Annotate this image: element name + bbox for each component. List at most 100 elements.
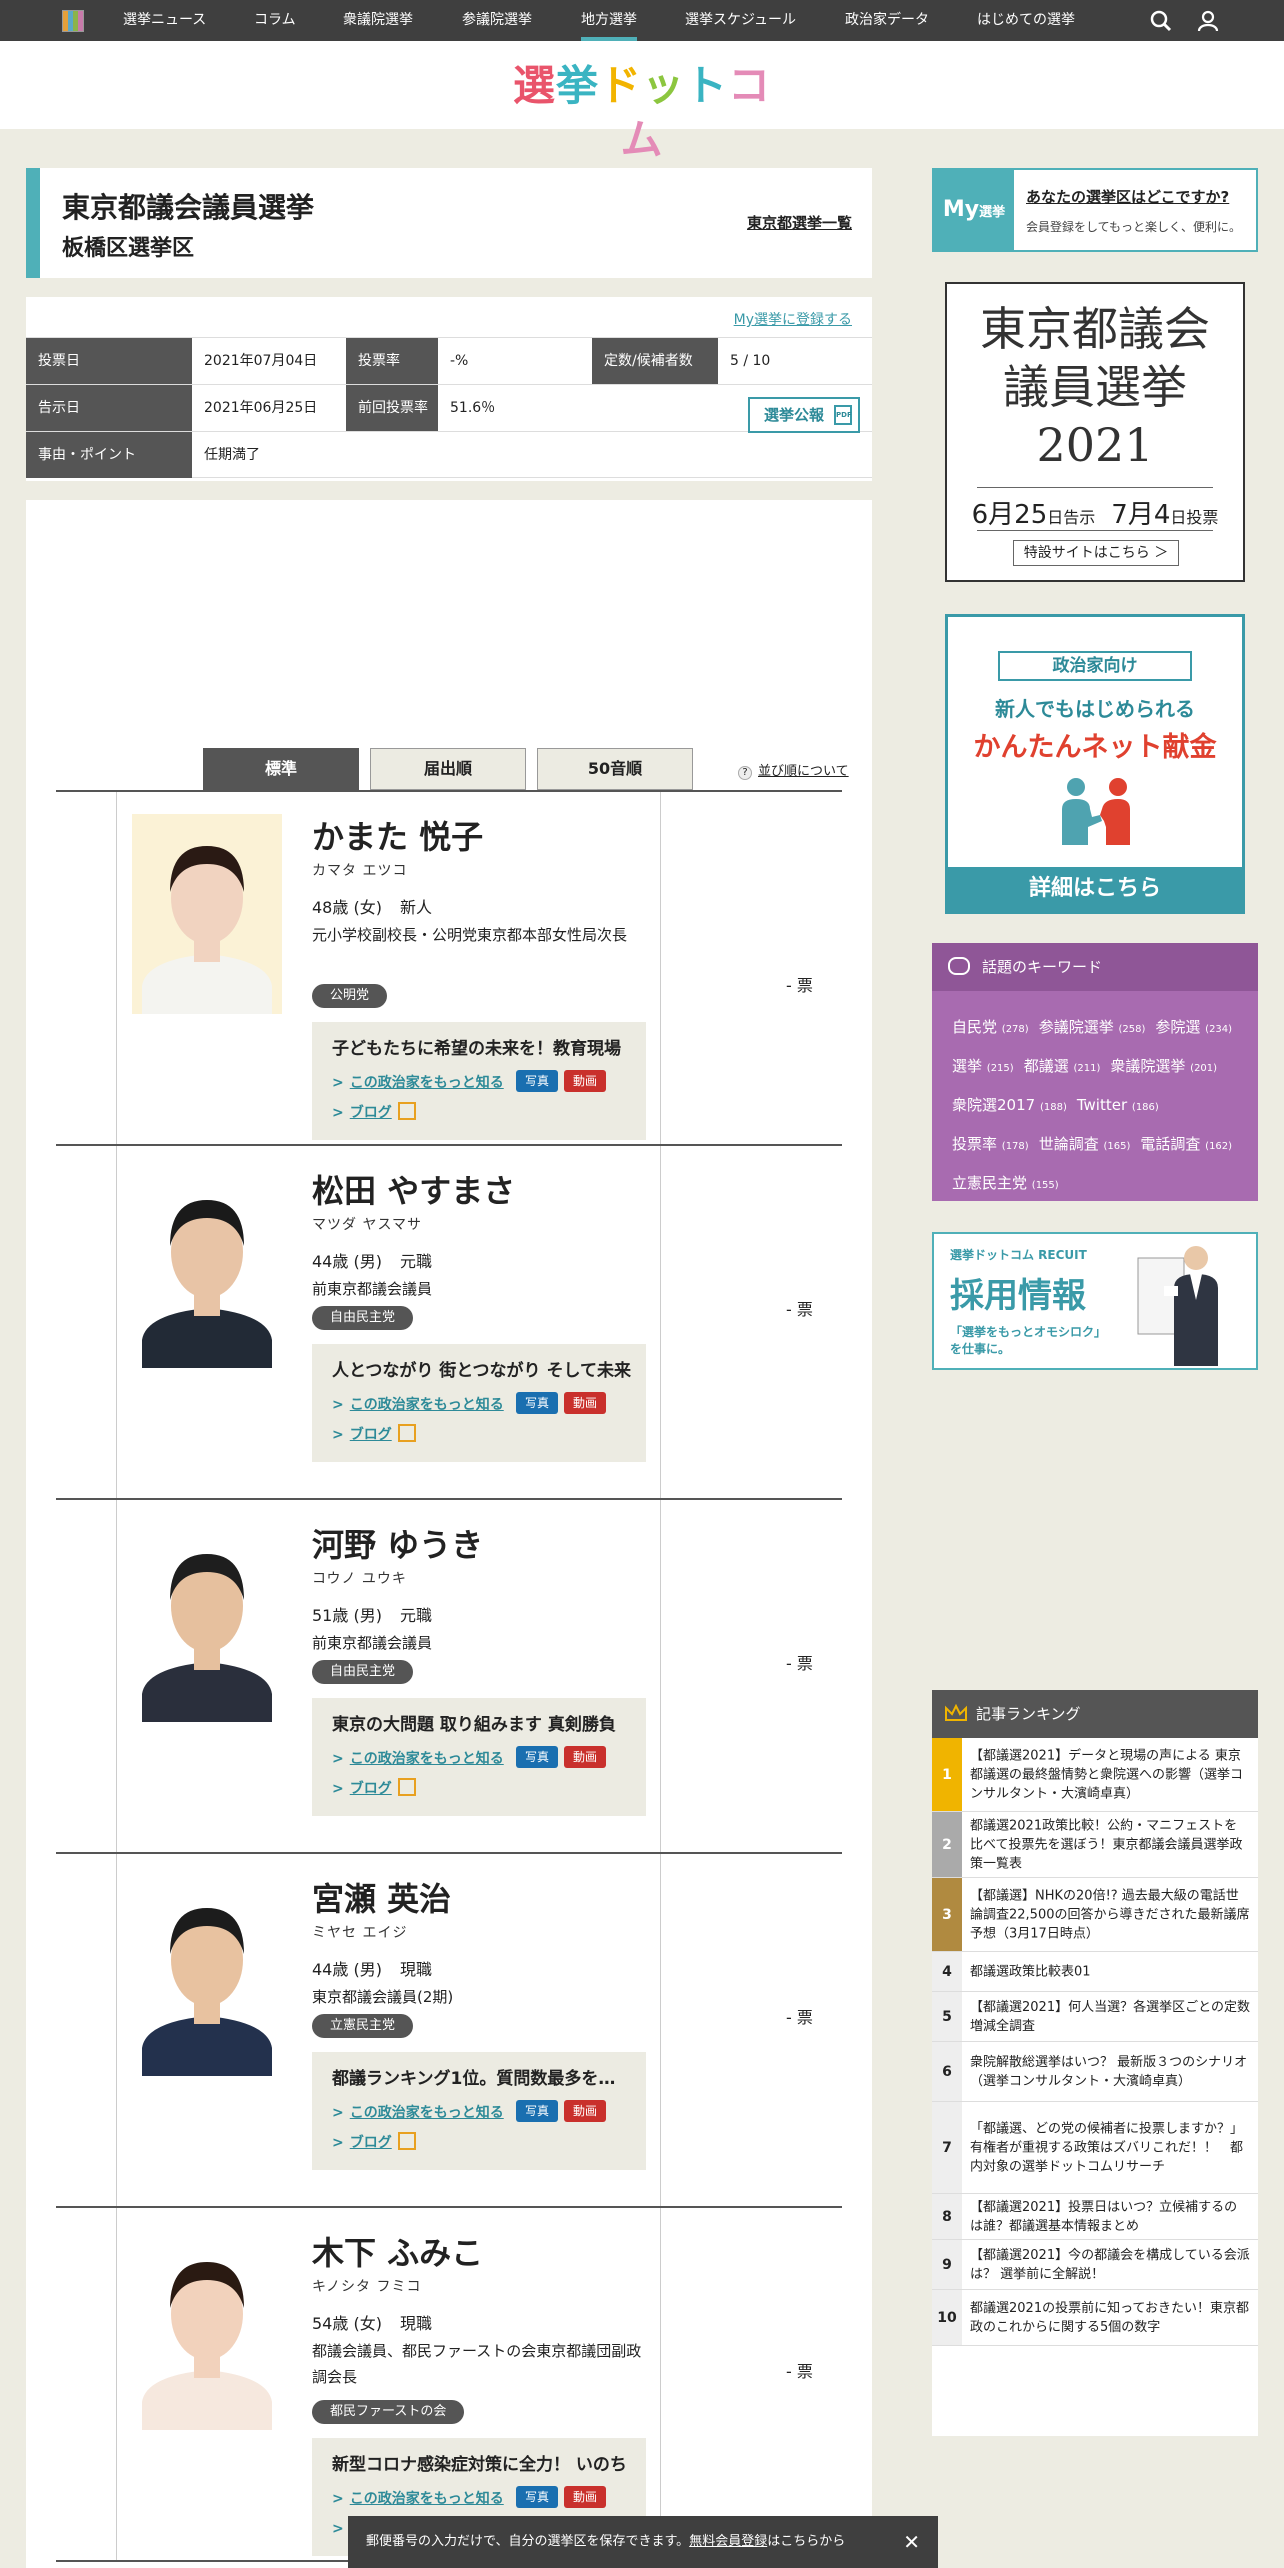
photo-button[interactable]: 写真 bbox=[516, 2486, 558, 2508]
site-logo[interactable]: 選挙ドットコム bbox=[510, 59, 774, 164]
search-icon[interactable] bbox=[1148, 8, 1174, 34]
register-my-election-link[interactable]: My選挙に登録する bbox=[734, 309, 852, 329]
ranking-item[interactable]: 10 都議選2021の投票前に知っておきたい！東京都政のこれからに関する5個の数字 bbox=[932, 2290, 1258, 2346]
keyword-item[interactable]: Twitter (186) bbox=[1077, 1096, 1159, 1114]
tab-alphabetical[interactable]: 50音順 bbox=[537, 748, 693, 790]
keyword-item[interactable]: 電話調査 (162) bbox=[1140, 1135, 1232, 1153]
blog-link[interactable]: >ブログ bbox=[332, 1102, 392, 1122]
know-more-link[interactable]: > この政治家をもっと知る bbox=[332, 1072, 504, 1092]
tab-filing-order[interactable]: 届出順 bbox=[370, 748, 526, 790]
candidate-name[interactable]: 木下 ふみこ bbox=[312, 2228, 483, 2274]
video-button[interactable]: 動画 bbox=[564, 1392, 606, 1414]
ranking-item[interactable]: 3 【都議選】NHKの20倍!? 過去最大級の電話世論調査22,500の回答から導… bbox=[932, 1878, 1258, 1952]
ranking-item[interactable]: 9 【都議選2021】今の都議会を構成している会派は？ 選挙前に全解説！ bbox=[932, 2240, 1258, 2290]
candidate-name[interactable]: かまた 悦子 bbox=[312, 812, 483, 858]
ranking-item[interactable]: 6 衆院解散総選挙はいつ？ 最新版３つのシナリオ（選挙コンサルタント・大濱崎卓真） bbox=[932, 2042, 1258, 2102]
photo-button[interactable]: 写真 bbox=[516, 1392, 558, 1414]
ranking-article-title: 都議選政策比較表01 bbox=[970, 1964, 1091, 1979]
postal-code-notice: 郵便番号の入力だけで、自分の選挙区を保存できます。無料会員登録はこちらから ✕ bbox=[348, 2516, 938, 2568]
keyword-item[interactable]: 立憲民主党 (155) bbox=[952, 1174, 1059, 1192]
blog-link[interactable]: >ブログ bbox=[332, 2132, 392, 2152]
candidate-name[interactable]: 河野 ゆうき bbox=[312, 1520, 483, 1566]
sort-info-link[interactable]: ? 並び順について bbox=[738, 760, 849, 780]
video-button[interactable]: 動画 bbox=[564, 2100, 606, 2122]
district-title: 板橋区選挙区 bbox=[62, 236, 195, 261]
keyword-item[interactable]: 世論調査 (165) bbox=[1039, 1135, 1131, 1153]
candidate-photo[interactable] bbox=[132, 1522, 282, 1722]
candidate-name[interactable]: 松田 やすまさ bbox=[312, 1166, 515, 1212]
user-icon[interactable] bbox=[1195, 8, 1221, 34]
tab-standard[interactable]: 標準 bbox=[203, 748, 359, 790]
tokyo-election-2021-banner[interactable]: 東京都議会 議員選挙 2021 6月25日告示 7月4日投票 特設サイトはこちら ＞ bbox=[945, 282, 1245, 582]
election-bulletin-button[interactable]: 選挙公報 PDF bbox=[748, 397, 860, 433]
column-divider bbox=[660, 1500, 661, 1852]
nav-item-schedule[interactable]: 選挙スケジュール bbox=[685, 0, 796, 41]
my-election-box[interactable]: My選挙 あなたの選挙区はどこですか? 会員登録をしてもっと楽しく、便利に。 bbox=[932, 168, 1258, 252]
candidate-photo[interactable] bbox=[132, 814, 282, 1014]
candidate-photo[interactable] bbox=[132, 1876, 282, 2076]
candidate-name[interactable]: 宮瀬 英治 bbox=[312, 1874, 451, 1920]
nav-item-local[interactable]: 地方選挙 bbox=[581, 0, 637, 41]
candidate-photo[interactable] bbox=[132, 2230, 282, 2430]
nav-item-news[interactable]: 選挙ニュース bbox=[123, 0, 206, 41]
ranking-article-title: 【都議選2021】何人当選？各選挙区ごとの定数増減全調査 bbox=[970, 1999, 1250, 2034]
recruit-banner[interactable]: 選挙ドットコム RECUIT 採用情報 「選挙をもっとオモシロク」を仕事に。 bbox=[932, 1232, 1258, 1370]
special-site-link[interactable]: 特設サイトはこちら ＞ bbox=[1013, 540, 1179, 566]
nav-item-upper-house[interactable]: 参議院選挙 bbox=[462, 0, 532, 41]
keyword-item[interactable]: 参議院選挙 (258) bbox=[1039, 1018, 1146, 1036]
nav-item-politician-data[interactable]: 政治家データ bbox=[845, 0, 929, 41]
chevron-right-icon: > bbox=[332, 1397, 344, 1413]
net-donation-banner[interactable]: 政治家向け 新人でもはじめられる かんたんネット献金 詳細はこちら bbox=[945, 614, 1245, 914]
chevron-right-icon: > bbox=[332, 2491, 344, 2507]
detail-button[interactable]: 詳細はこちら bbox=[948, 867, 1242, 911]
know-more-link[interactable]: > この政治家をもっと知る bbox=[332, 2488, 504, 2508]
banner-title: かんたんネット献金 bbox=[973, 732, 1217, 763]
keyword-item[interactable]: 都議選 (211) bbox=[1024, 1057, 1101, 1075]
tokyo-election-list-link[interactable]: 東京都選挙一覧 bbox=[747, 212, 852, 233]
rank-number: 3 bbox=[932, 1878, 962, 1951]
keyword-item[interactable]: 自民党 (278) bbox=[952, 1018, 1029, 1036]
know-more-link[interactable]: > この政治家をもっと知る bbox=[332, 2102, 504, 2122]
candidate-career: 前東京都議会議員 bbox=[312, 1634, 433, 1652]
label-reason: 事由・ポイント bbox=[26, 432, 192, 478]
nav-item-lower-house[interactable]: 衆議院選挙 bbox=[343, 0, 413, 41]
know-more-link[interactable]: > この政治家をもっと知る bbox=[332, 1394, 504, 1414]
column-divider bbox=[116, 2208, 117, 2560]
photo-button[interactable]: 写真 bbox=[516, 1746, 558, 1768]
keyword-item[interactable]: 投票率 (178) bbox=[952, 1135, 1029, 1153]
keyword-item[interactable]: 衆議院選挙 (201) bbox=[1110, 1057, 1217, 1075]
value-reason: 任期満了 bbox=[204, 447, 260, 463]
photo-button[interactable]: 写真 bbox=[516, 2100, 558, 2122]
ranking-item[interactable]: 1 【都議選2021】データと現場の声による 東京都議選の最終盤情勢と衆院選への影… bbox=[932, 1738, 1258, 1812]
my-district-question-link[interactable]: あなたの選挙区はどこですか? bbox=[1026, 186, 1229, 207]
ranking-item[interactable]: 8 【都議選2021】投票日はいつ？立候補するのは誰？都議選基本情報まとめ bbox=[932, 2194, 1258, 2240]
video-button[interactable]: 動画 bbox=[564, 1746, 606, 1768]
rank-number: 6 bbox=[932, 2042, 962, 2101]
ranking-item[interactable]: 4 都議選政策比較表01 bbox=[932, 1952, 1258, 1992]
my-election-subtext: 会員登録をしてもっと楽しく、便利に。 bbox=[1026, 220, 1242, 234]
photo-button[interactable]: 写真 bbox=[516, 1070, 558, 1092]
keyword-item[interactable]: 衆院選2017 (188) bbox=[952, 1096, 1067, 1114]
vote-count: - 票 bbox=[786, 1300, 813, 1319]
candidate-kana: マツダ ヤスマサ bbox=[312, 1217, 423, 1233]
video-button[interactable]: 動画 bbox=[564, 1070, 606, 1092]
sort-info-label: 並び順について bbox=[758, 764, 849, 779]
close-icon[interactable]: ✕ bbox=[903, 2516, 920, 2568]
nav-item-column[interactable]: コラム bbox=[254, 0, 296, 41]
site-mini-logo[interactable] bbox=[62, 10, 84, 32]
blog-link[interactable]: >ブログ bbox=[332, 1778, 392, 1798]
ranking-item[interactable]: 5 【都議選2021】何人当選？各選挙区ごとの定数増減全調査 bbox=[932, 1992, 1258, 2042]
video-button[interactable]: 動画 bbox=[564, 2486, 606, 2508]
blog-link[interactable]: >ブログ bbox=[332, 1424, 392, 1444]
ranking-item[interactable]: 7 「都議選、どの党の候補者に投票しますか？」有権者が重視する政策はズバリこれだ！… bbox=[932, 2102, 1258, 2194]
ranking-item[interactable]: 2 都議選2021政策比較！公約・マニフェストを比べて投票先を選ぼう！東京都議会議… bbox=[932, 1812, 1258, 1878]
keyword-item[interactable]: 参院選 (234) bbox=[1155, 1018, 1232, 1036]
free-register-link[interactable]: 無料会員登録 bbox=[689, 2534, 767, 2549]
keyword-item[interactable]: 選挙 (215) bbox=[952, 1057, 1014, 1075]
know-more-link[interactable]: > この政治家をもっと知る bbox=[332, 1748, 504, 1768]
election-info-table: My選挙に登録する 投票日 2021年07月04日 投票率 -% 定数/候補者数… bbox=[26, 297, 872, 481]
nav-item-first-election[interactable]: はじめての選挙 bbox=[977, 0, 1075, 41]
candidate-photo[interactable] bbox=[132, 1168, 282, 1368]
candidate-row: 宮瀬 英治 ミヤセ エイジ 44歳 (男) 現職 東京都議会議員(2期) 立憲民主党 都議ラ… bbox=[56, 1854, 842, 2208]
candidate-kana: カマタ エツコ bbox=[312, 863, 408, 879]
